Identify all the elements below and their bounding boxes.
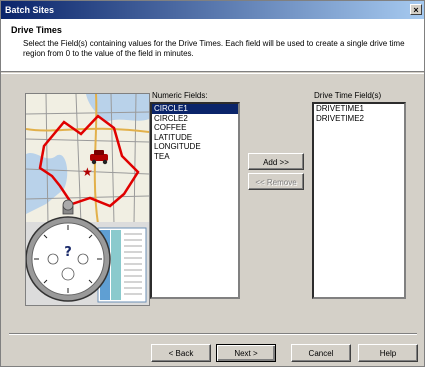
list-item[interactable]: LONGITUDE: [152, 142, 238, 152]
close-icon[interactable]: ×: [410, 4, 422, 15]
list-item[interactable]: DRIVETIME2: [314, 114, 404, 124]
wizard-header: Drive Times Select the Field(s) containi…: [1, 19, 424, 72]
list-item[interactable]: CIRCLE2: [152, 114, 238, 124]
next-button[interactable]: Next >: [216, 344, 276, 362]
page-title: Drive Times: [11, 25, 62, 35]
add-button[interactable]: Add >>: [248, 153, 304, 170]
remove-button[interactable]: << Remove: [248, 173, 304, 190]
batch-sites-dialog: Batch Sites × Drive Times Select the Fie…: [0, 0, 425, 367]
drive-time-fields-list[interactable]: DRIVETIME1 DRIVETIME2: [312, 102, 406, 299]
window-title: Batch Sites: [5, 5, 55, 15]
footer-divider: [9, 333, 417, 335]
numeric-fields-list[interactable]: CIRCLE1 CIRCLE2 COFFEE LATITUDE LONGITUD…: [150, 102, 240, 299]
back-button-label: < Back: [168, 349, 194, 358]
drive-time-fields-label: Drive Time Field(s): [314, 91, 382, 100]
page-description: Select the Field(s) containing values fo…: [23, 39, 405, 58]
back-button[interactable]: < Back: [151, 344, 211, 362]
add-button-label: Add >>: [263, 158, 289, 167]
help-button-label: Help: [379, 349, 397, 358]
cancel-button[interactable]: Cancel: [291, 344, 351, 362]
cancel-button-label: Cancel: [308, 349, 334, 358]
list-item[interactable]: COFFEE: [152, 123, 238, 133]
help-button[interactable]: Help: [358, 344, 418, 362]
list-item[interactable]: CIRCLE1: [152, 104, 238, 114]
header-divider: [1, 73, 424, 74]
svg-text:?: ?: [64, 245, 72, 260]
list-item[interactable]: LATITUDE: [152, 133, 238, 143]
remove-button-label: << Remove: [255, 178, 297, 187]
list-item[interactable]: TEA: [152, 152, 238, 162]
title-bar: Batch Sites ×: [1, 1, 424, 19]
map-illustration: ★ ?: [25, 93, 150, 306]
next-button-label: Next >: [234, 349, 258, 358]
list-item[interactable]: DRIVETIME1: [314, 104, 404, 114]
numeric-fields-label: Numeric Fields:: [152, 91, 208, 100]
svg-text:★: ★: [82, 165, 93, 179]
